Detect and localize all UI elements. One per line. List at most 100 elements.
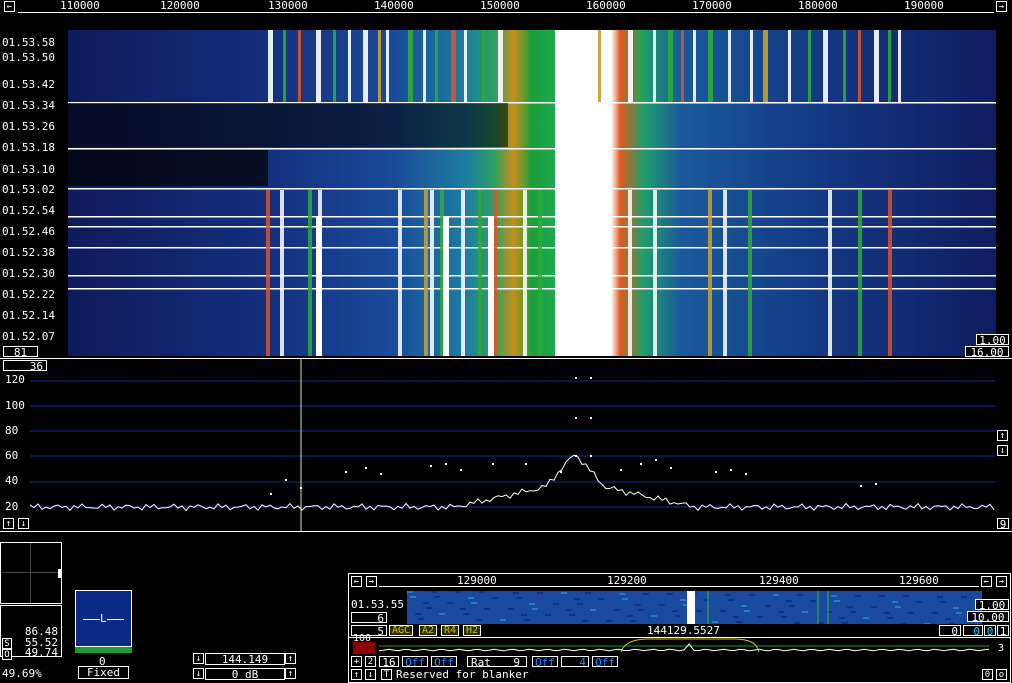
row-a-plus-button[interactable]: +	[351, 656, 362, 667]
freq-down-button[interactable]: ↓	[193, 653, 204, 664]
level-meter[interactable]: L 0 Fixed	[75, 590, 132, 680]
timestamp: 01.52.46	[2, 225, 55, 238]
timestamp: 01.52.07	[2, 330, 55, 343]
zoom-left-value[interactable]: 6	[351, 612, 387, 624]
row-b-letter-button[interactable]: T	[381, 669, 392, 680]
num-4-field[interactable]: 4	[561, 656, 589, 668]
gain-down-button[interactable]: ↓	[193, 668, 204, 679]
row-a-num2[interactable]: 16	[379, 656, 399, 668]
timestamp: 01.53.34	[2, 99, 55, 112]
timestamp: 01.52.30	[2, 267, 55, 280]
zoom-right-num[interactable]: 0	[939, 625, 961, 637]
y-tick-label: 20	[5, 500, 19, 513]
status-text: Reserved for blanker	[396, 668, 529, 681]
rat-field[interactable]: Rat 9	[467, 656, 527, 669]
off-button-4[interactable]: Off	[592, 656, 618, 668]
axis-tick-label: 140000	[374, 0, 414, 12]
axis-tick-label: 180000	[798, 0, 838, 12]
spectrum-panel[interactable]	[0, 358, 1012, 532]
zoom-waterfall[interactable]	[407, 591, 982, 624]
zoom-right-num[interactable]: 0	[963, 625, 983, 637]
a2-tag[interactable]: A2	[419, 625, 438, 636]
r4-tag[interactable]: R4	[441, 625, 460, 636]
y-tick-label: 100	[5, 399, 25, 412]
spectrum-down-button[interactable]: ↓	[997, 445, 1008, 456]
row-b-down-button[interactable]: ↓	[365, 669, 376, 680]
spectrum-left-up-button[interactable]: ↑	[3, 518, 14, 529]
spectrum-top-value[interactable]: 36	[3, 360, 47, 372]
meter-letter: L	[100, 612, 107, 625]
timestamp-column: 01.53.58 01.53.50 01.53.42 01.53.34 01.5…	[2, 37, 68, 347]
zoom-frequency-readout: 144129.5527	[647, 624, 720, 637]
timestamp: 01.53.26	[2, 120, 55, 133]
zoom-right-small: 3	[998, 643, 1005, 654]
zoom-spectrum[interactable]	[349, 637, 1010, 655]
o-label: O	[2, 649, 12, 660]
agc-tag[interactable]: AGC	[389, 625, 414, 636]
zoom-scroll-left2-button[interactable]: ←	[981, 576, 992, 587]
off-button-1[interactable]: Off	[402, 656, 428, 668]
axis-tick-label: 120000	[160, 0, 200, 12]
zoom-right-bottom[interactable]: 10.00	[967, 611, 1009, 623]
freq-up-button[interactable]: ↑	[285, 653, 296, 664]
zoom-right-num[interactable]: 0	[984, 625, 996, 637]
waterfall-left-value[interactable]: 81	[3, 346, 38, 358]
zoom-timestamp: 01.53.55	[351, 598, 404, 611]
axis-tick-label: 150000	[480, 0, 520, 12]
timestamp: 01.52.22	[2, 288, 55, 301]
position-scope[interactable]	[0, 542, 62, 604]
axis-tick-label: 160000	[586, 0, 626, 12]
zoom-axis: 129000 129200 129400 129600	[379, 574, 979, 588]
zoom-axis-tick: 129600	[899, 574, 939, 587]
row-a-num[interactable]: 2	[365, 656, 376, 667]
zoom-right-top[interactable]: 1.00	[975, 599, 1009, 611]
rat-label: Rat	[471, 656, 491, 669]
zoom-scroll-right-button[interactable]: →	[996, 576, 1007, 587]
gain-display[interactable]: 0 dB	[205, 668, 285, 680]
rat-value: 9	[513, 656, 520, 669]
scroll-right-button[interactable]: →	[996, 1, 1007, 12]
waterfall-right-bottom-value[interactable]: 16.00	[965, 346, 1009, 358]
s-label: S	[2, 638, 12, 649]
gain-up-button[interactable]: ↑	[285, 668, 296, 679]
y-tick-label: 120	[5, 373, 25, 386]
zoom-axis-tick: 129000	[457, 574, 497, 587]
waterfall-display[interactable]	[68, 30, 996, 356]
frequency-axis: 110000 120000 130000 140000 150000 16000…	[18, 0, 994, 14]
freq-display[interactable]: 144.149	[205, 653, 285, 665]
axis-tick-label: 110000	[60, 0, 100, 12]
zoom-spectrum-top: 100	[353, 633, 372, 644]
waterfall-right-top-value[interactable]: 1.00	[976, 334, 1009, 346]
off-button-3[interactable]: Off	[532, 656, 558, 668]
timestamp: 01.52.38	[2, 246, 55, 259]
h2-tag[interactable]: H2	[463, 625, 482, 636]
meter-mode-button[interactable]: Fixed	[78, 666, 129, 679]
timestamp: 01.52.54	[2, 204, 55, 217]
timestamp: 01.53.50	[2, 51, 55, 64]
y-tick-label: 80	[5, 424, 19, 437]
timestamp: 01.53.18	[2, 141, 55, 154]
level-readout: 86.48 S 55.52 O 49.74	[0, 605, 62, 660]
spectrum-up-button[interactable]: ↑	[997, 430, 1008, 441]
row-b-up-button[interactable]: ↑	[351, 669, 362, 680]
zoom-scroll-right-left-button[interactable]: →	[366, 576, 377, 587]
axis-tick-label: 170000	[692, 0, 732, 12]
spectrum-left-down-button[interactable]: ↓	[18, 518, 29, 529]
bottom-right-value[interactable]: 0	[982, 669, 993, 680]
zoom-scroll-left-button[interactable]: ←	[351, 576, 362, 587]
axis-tick-label: 130000	[268, 0, 308, 12]
scroll-left-button[interactable]: ←	[4, 1, 15, 12]
zoom-axis-tick: 129400	[759, 574, 799, 587]
timestamp: 01.53.10	[2, 163, 55, 176]
zoom-panel[interactable]: ← → ← → 129000 129200 129400 129600 01.5…	[348, 573, 1011, 683]
zoom-right-num[interactable]: 1	[997, 625, 1009, 637]
percent-readout: 49.69%	[2, 667, 42, 680]
y-tick-label: 40	[5, 474, 19, 487]
bottom-right-letter[interactable]: o	[996, 669, 1007, 680]
timestamp: 01.52.14	[2, 309, 55, 322]
spectrum-y-axis: 120 100 80 60 40 20	[5, 372, 45, 513]
spectrum-right-value[interactable]: 9	[997, 518, 1009, 530]
o-value: 49.74	[24, 646, 58, 659]
off-button-2[interactable]: Off	[431, 656, 457, 668]
timestamp: 01.53.58	[2, 36, 55, 49]
